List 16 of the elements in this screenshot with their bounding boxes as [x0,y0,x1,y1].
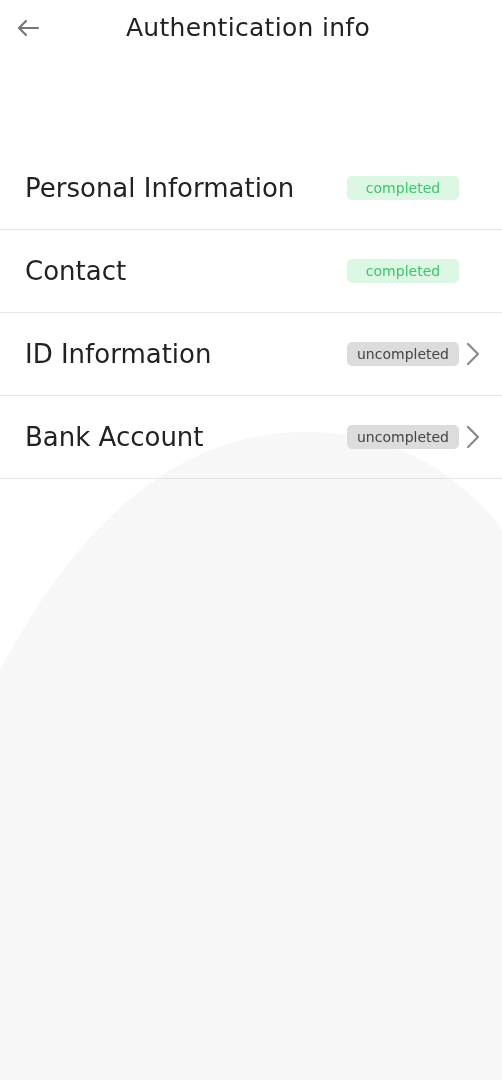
list-item[interactable]: Contact completed [0,230,502,313]
item-label: ID Information [25,339,213,369]
chevron-right-icon [466,425,480,449]
list-item[interactable]: Bank Account uncompleted [0,396,502,479]
status-badge: uncompleted [347,425,459,449]
chevron-right-icon [466,342,480,366]
page-title: Authentication info [124,13,372,42]
list-item[interactable]: Personal Information completed [0,147,502,230]
item-label: Contact [25,256,128,286]
item-label: Bank Account [25,422,205,452]
status-badge: completed [347,176,459,200]
list-item[interactable]: ID Information uncompleted [0,313,502,396]
item-label: Personal Information [25,173,296,203]
status-badge: uncompleted [347,342,459,366]
back-arrow-icon [16,18,40,37]
status-badge: completed [347,259,459,283]
